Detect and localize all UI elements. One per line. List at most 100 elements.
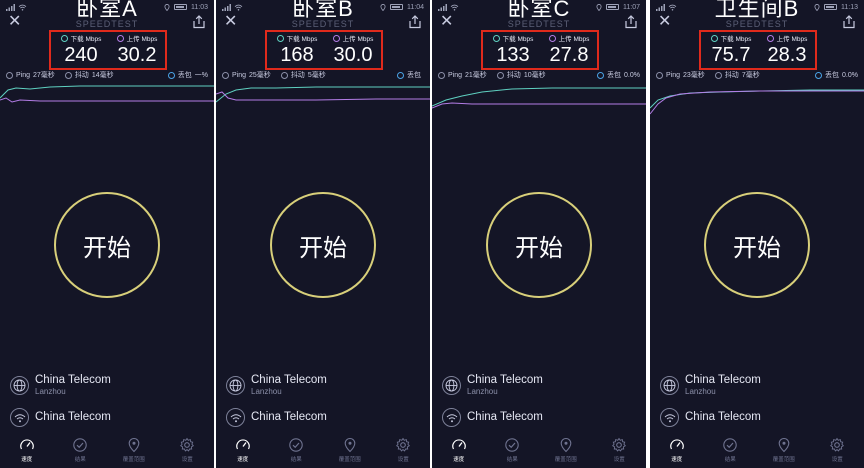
speedtest-screen: 11:07 ✕ 卧室C SPEEDTEST 下载 Mbps 133 上传 Mbp… <box>432 0 646 468</box>
tab-label: 速度 <box>671 457 683 463</box>
latency-stats: Ping 25毫秒 抖动 5毫秒 丢包 <box>222 70 424 80</box>
server-provider[interactable]: China Telecom Lanzhou <box>660 374 761 397</box>
isp-name: China Telecom <box>251 411 327 423</box>
loss-stat: 丢包 一% <box>167 70 208 80</box>
jitter-icon <box>496 71 504 79</box>
jitter-icon <box>64 71 72 79</box>
check-circle-icon <box>289 438 303 452</box>
loss-label: 丢包 <box>177 72 192 79</box>
tab-speed[interactable]: 速度 <box>657 437 697 463</box>
wifi-icon <box>10 408 29 427</box>
latency-stats: Ping 21毫秒 抖动 10毫秒 丢包 0.0% <box>438 70 640 80</box>
download-trace <box>0 85 214 99</box>
ping-stat: Ping 23毫秒 <box>656 70 705 80</box>
download-value: 240 <box>64 44 98 66</box>
isp-name: China Telecom <box>35 411 111 423</box>
tab-settings[interactable]: 设置 <box>167 437 207 463</box>
loss-value: 0.0% <box>624 71 640 79</box>
jitter-stat: 抖动 14毫秒 <box>64 70 114 80</box>
tab-settings[interactable]: 设置 <box>383 437 423 463</box>
tab-speed[interactable]: 速度 <box>223 437 263 463</box>
speedtest-brand: SPEEDTEST <box>507 19 571 29</box>
server-name: China Telecom <box>251 374 327 386</box>
wifi-icon <box>660 408 679 427</box>
download-icon <box>276 34 284 42</box>
globe-icon <box>226 376 245 395</box>
server-provider[interactable]: China Telecom Lanzhou <box>10 374 111 397</box>
speedometer-icon <box>452 439 466 450</box>
start-label: 开始 <box>299 234 347 262</box>
tab-results[interactable]: 结果 <box>710 437 750 463</box>
wifi-icon <box>442 408 461 427</box>
tab-settings[interactable]: 设置 <box>817 437 857 463</box>
bottom-tab-bar: 速度 结果 覆盖范围 设置 <box>650 437 864 468</box>
map-pin-icon <box>344 437 356 453</box>
tab-speed[interactable]: 速度 <box>439 437 479 463</box>
jitter-icon <box>280 71 288 79</box>
tab-results[interactable]: 结果 <box>276 437 316 463</box>
room-label: 卧室B <box>292 0 354 21</box>
tab-results[interactable]: 结果 <box>492 437 532 463</box>
jitter-stat: 抖动 10毫秒 <box>496 70 546 80</box>
jitter-value: 14毫秒 <box>91 72 114 79</box>
check-circle-icon <box>723 438 737 452</box>
start-button[interactable]: 开始 <box>270 192 376 298</box>
upload-label: 上传 Mbps <box>126 36 158 43</box>
tab-coverage[interactable]: 覆盖范围 <box>330 437 370 463</box>
download-label: 下载 Mbps <box>502 36 534 43</box>
room-label: 卫生间B <box>714 0 800 21</box>
gear-icon <box>612 437 627 452</box>
speedometer-icon <box>236 439 250 450</box>
start-button[interactable]: 开始 <box>486 192 592 298</box>
server-location: Lanzhou <box>685 387 716 396</box>
loss-label: 丢包 <box>607 72 622 79</box>
tab-settings[interactable]: 设置 <box>599 437 639 463</box>
upload-trace <box>432 102 646 109</box>
packet-loss-icon <box>397 71 404 79</box>
download-value: 75.7 <box>711 44 751 66</box>
ping-icon <box>222 71 229 79</box>
wifi-icon <box>226 408 245 427</box>
upload-value: 30.0 <box>333 44 373 66</box>
server-location: Lanzhou <box>467 387 498 396</box>
tab-label: 覆盖范围 <box>338 457 361 463</box>
upload-icon <box>766 34 774 42</box>
bottom-tab-bar: 速度 结果 覆盖范围 设置 <box>0 437 214 468</box>
speedtest-screen: 11:13 ✕ 卫生间B SPEEDTEST 下载 Mbps 75.7 上传 M… <box>650 0 864 468</box>
result-highlight: 下载 Mbps 168 上传 Mbps 30.0 <box>265 30 383 70</box>
result-highlight: 下载 Mbps 75.7 上传 Mbps 28.3 <box>699 30 817 70</box>
start-button[interactable]: 开始 <box>54 192 160 298</box>
globe-icon <box>442 376 461 395</box>
tab-label: 设置 <box>181 457 193 463</box>
tab-label: 速度 <box>237 457 249 463</box>
tab-label: 设置 <box>613 457 625 463</box>
ping-stat: Ping 27毫秒 <box>6 70 55 80</box>
tab-coverage[interactable]: 覆盖范围 <box>764 437 804 463</box>
upload-icon <box>332 34 340 42</box>
upload-metric: 上传 Mbps 28.3 <box>759 33 815 66</box>
upload-label: 上传 Mbps <box>342 36 374 43</box>
speedtest-brand: SPEEDTEST <box>75 19 139 29</box>
start-button[interactable]: 开始 <box>704 192 810 298</box>
loss-value: 0.0% <box>842 71 858 79</box>
tab-speed[interactable]: 速度 <box>7 437 47 463</box>
speed-graph <box>432 87 646 109</box>
latency-stats: Ping 23毫秒 抖动 7毫秒 丢包 0.0% <box>656 70 858 80</box>
speedometer-icon <box>670 439 684 450</box>
tab-coverage[interactable]: 覆盖范围 <box>114 437 154 463</box>
tab-label: 设置 <box>397 457 409 463</box>
jitter-stat: 抖动 5毫秒 <box>280 70 326 80</box>
loss-value: 一% <box>194 72 208 79</box>
gear-icon <box>180 437 195 452</box>
tab-coverage[interactable]: 覆盖范围 <box>546 437 586 463</box>
download-icon <box>60 34 68 42</box>
server-provider[interactable]: China Telecom Lanzhou <box>442 374 543 397</box>
ping-label: Ping <box>666 71 681 79</box>
server-name: China Telecom <box>35 374 111 386</box>
tab-results[interactable]: 结果 <box>60 437 100 463</box>
server-provider[interactable]: China Telecom Lanzhou <box>226 374 327 397</box>
tab-label: 结果 <box>506 457 518 463</box>
bottom-tab-bar: 速度 结果 覆盖范围 设置 <box>216 437 430 468</box>
jitter-label: 抖动 <box>74 72 89 79</box>
upload-label: 上传 Mbps <box>558 36 590 43</box>
